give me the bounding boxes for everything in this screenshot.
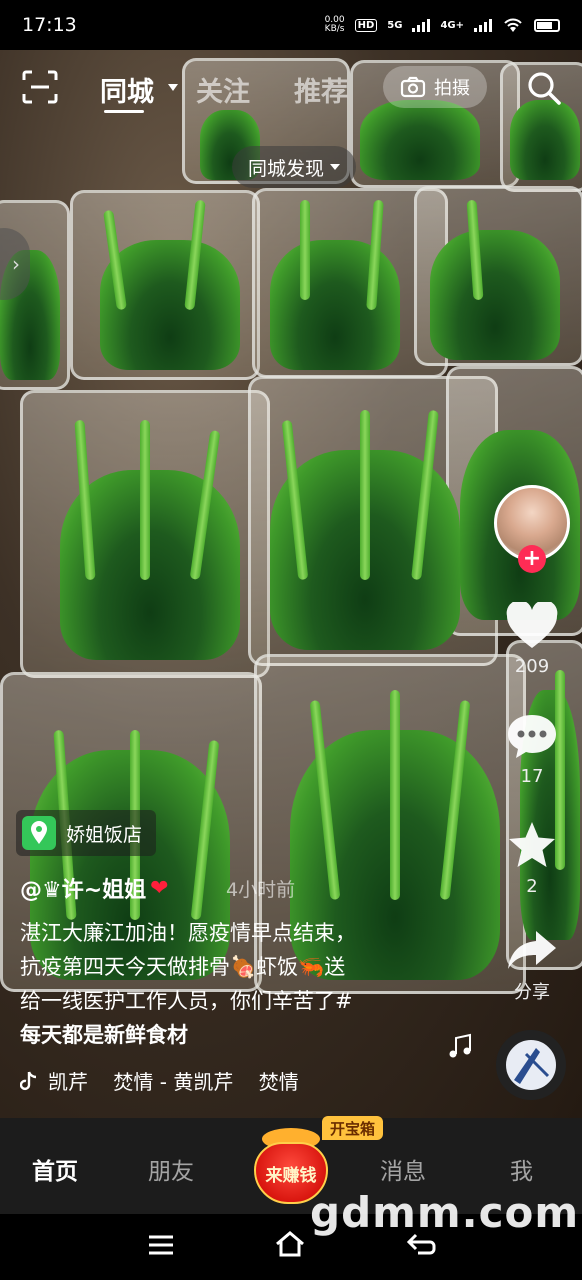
shoot-button[interactable]: 拍摄 bbox=[383, 66, 487, 108]
status-bar: 17:13 0.00 KB/s HD 5G 4G+ bbox=[0, 0, 582, 50]
chevron-down-icon bbox=[330, 164, 341, 170]
tiktok-note-icon bbox=[20, 1071, 37, 1090]
signal-icon bbox=[412, 18, 431, 32]
heart-icon bbox=[506, 600, 558, 648]
earn-label: 来赚钱 bbox=[265, 1165, 317, 1186]
video-caption: 湛江大廉江加油！愿疫情早点结束， 抗疫第四天今天做排骨🍖虾饭🦐送 给一线医护工作… bbox=[20, 916, 440, 1052]
music-title: 凯芹 焚情 - 黄凯芹 焚情 bbox=[48, 1070, 299, 1094]
search-icon[interactable] bbox=[526, 70, 562, 106]
top-nav: 同城 关注 推荐 拍摄 bbox=[0, 60, 582, 116]
chevron-down-icon[interactable] bbox=[168, 84, 178, 91]
active-tab-indicator bbox=[104, 110, 144, 113]
nearby-discover-button[interactable]: 同城发现 bbox=[232, 146, 357, 188]
camera-icon bbox=[400, 76, 426, 98]
tab-home[interactable]: 首页 bbox=[32, 1152, 78, 1186]
share-button[interactable]: 分享 bbox=[496, 928, 568, 1004]
home-icon[interactable] bbox=[274, 1230, 306, 1258]
stem bbox=[390, 690, 400, 900]
watermark: gdmm.com bbox=[310, 1188, 580, 1237]
treasure-label: 开宝箱 bbox=[330, 1119, 376, 1138]
shoot-label: 拍摄 bbox=[434, 78, 470, 99]
comment-button[interactable]: 17 bbox=[496, 712, 568, 787]
author-avatar[interactable]: + bbox=[494, 485, 570, 573]
hd-badge: HD bbox=[354, 18, 378, 32]
signal-icon bbox=[474, 18, 492, 32]
status-time: 17:13 bbox=[22, 14, 77, 36]
music-disc[interactable] bbox=[496, 1030, 566, 1100]
stem bbox=[300, 200, 310, 300]
battery-icon bbox=[534, 18, 560, 32]
like-button[interactable]: 209 bbox=[496, 600, 568, 677]
favorite-button[interactable]: 2 bbox=[496, 820, 568, 897]
stem bbox=[140, 420, 150, 580]
author-label: @♛许~姐姐 bbox=[20, 878, 147, 903]
wifi-icon bbox=[504, 18, 522, 32]
post-time: 4小时前 bbox=[226, 879, 296, 901]
favorite-count: 2 bbox=[526, 876, 538, 897]
treasure-badge[interactable]: 开宝箱 bbox=[322, 1116, 384, 1140]
music-marquee[interactable]: 凯芹 焚情 - 黄凯芹 焚情 bbox=[20, 1066, 320, 1095]
share-label: 分享 bbox=[514, 982, 550, 1003]
tab-friends[interactable]: 朋友 bbox=[148, 1152, 194, 1186]
menu-icon[interactable] bbox=[148, 1234, 174, 1256]
location-pin-icon bbox=[22, 816, 56, 850]
discover-label: 同城发现 bbox=[248, 157, 325, 180]
star-icon bbox=[509, 822, 555, 867]
greens bbox=[430, 230, 560, 360]
comment-icon bbox=[508, 715, 556, 758]
greens bbox=[270, 240, 400, 370]
caption-hashtag[interactable]: 每天都是新鲜食材 bbox=[20, 1018, 440, 1052]
poi-tag[interactable]: 娇姐饭店 bbox=[16, 810, 157, 856]
network-5g: 5G bbox=[387, 19, 403, 31]
network-4g: 4G+ bbox=[440, 19, 464, 31]
author-name[interactable]: @♛许~姐姐 ❤ bbox=[20, 872, 169, 904]
scan-icon[interactable] bbox=[22, 70, 58, 104]
caption-line: 给一线医护工作人员，你们辛苦了# bbox=[20, 989, 353, 1013]
tab-nearby[interactable]: 同城 bbox=[100, 70, 154, 109]
tab-messages[interactable]: 消息 bbox=[380, 1152, 426, 1186]
net-speed: 0.00 KB/s bbox=[324, 15, 345, 34]
like-count: 209 bbox=[514, 656, 550, 677]
caption-line: 湛江大廉江加油！愿疫情早点结束， bbox=[20, 921, 356, 945]
stem bbox=[360, 410, 370, 580]
comment-count: 17 bbox=[520, 766, 544, 787]
music-cover-icon bbox=[514, 1048, 550, 1084]
follow-plus-icon[interactable]: + bbox=[518, 545, 546, 573]
poi-name: 娇姐饭店 bbox=[66, 823, 143, 846]
tab-following[interactable]: 关注 bbox=[196, 70, 250, 109]
share-icon bbox=[508, 931, 556, 969]
tab-me[interactable]: 我 bbox=[510, 1152, 533, 1186]
tab-recommend[interactable]: 推荐 bbox=[294, 70, 348, 109]
red-heart-icon: ❤ bbox=[150, 875, 169, 901]
music-note-icon bbox=[449, 1033, 471, 1058]
chevron-right-icon: › bbox=[12, 252, 20, 276]
caption-line: 抗疫第四天今天做排骨🍖虾饭🦐送 bbox=[20, 955, 346, 979]
